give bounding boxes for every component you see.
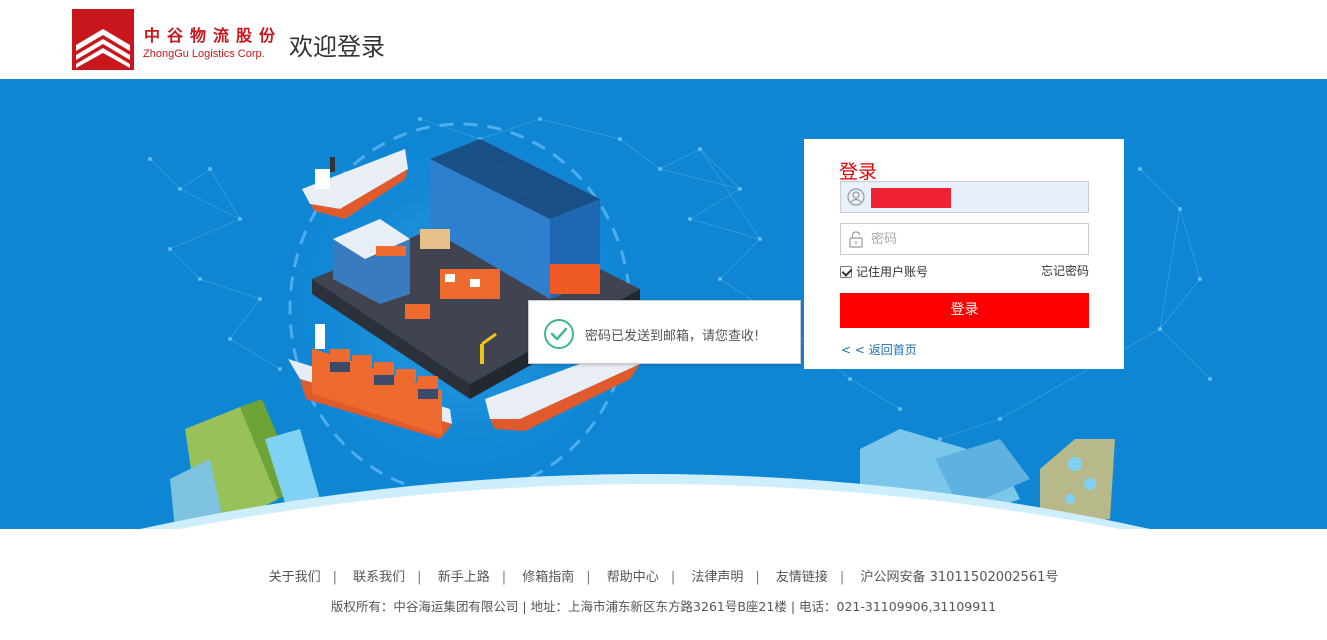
footer-link-contact[interactable]: 联系我们 [353,570,405,585]
footer-link-legal[interactable]: 法律声明 [691,570,743,585]
copyright: 版权所有：中谷海运集团有限公司 | 地址：上海市浦东新区东方路3261号B座21… [330,599,997,614]
login-title: 登录 [839,161,878,183]
footer-link-about[interactable]: 关于我们 [269,570,321,585]
remember-account[interactable]: 记住用户账号 [840,263,928,280]
remember-checkbox[interactable] [840,265,852,278]
login-panel: 登录 记住用户账号 忘记密码 登录 < < 返回首页 [804,139,1124,369]
username-field[interactable] [840,181,1089,213]
footer-link-repair-guide[interactable]: 修箱指南 [522,570,574,585]
footer-link-help[interactable]: 帮助中心 [607,570,659,585]
footer-link-friends[interactable]: 友情链接 [776,570,828,585]
footer-link-newbie[interactable]: 新手上路 [438,570,490,585]
hero-banner: 密码已发送到邮箱，请您查收! 登录 记住用户账号 忘记密码 登录 < < 返回首… [0,79,1327,529]
password-field[interactable] [840,223,1089,255]
logo-cn-text: 中谷物流股份 [144,26,283,45]
remember-label: 记住用户账号 [856,265,929,279]
icp-record: 沪公网安备 31011502002561号 [860,570,1059,585]
header: 中谷物流股份 ZhongGu Logistics Corp. 欢迎登录 [0,0,1327,79]
toast-message: 密码已发送到邮箱，请您查收! [585,329,760,344]
forgot-password-link[interactable]: 忘记密码 [1041,262,1089,279]
logo-icon [72,9,134,70]
check-circle-icon [544,319,574,349]
user-icon [847,188,865,206]
lock-icon [849,231,863,248]
login-button[interactable]: 登录 [840,293,1089,328]
footer-links: 关于我们 | 联系我们 | 新手上路 | 修箱指南 | 帮助中心 | 法律声明 | 友情链接… [268,570,1059,585]
logo-en-text: ZhongGu Logistics Corp. [143,48,265,60]
success-toast: 密码已发送到邮箱，请您查收! [528,300,801,364]
back-home-link[interactable]: < < 返回首页 [841,341,917,358]
password-input[interactable] [871,228,1081,250]
username-input[interactable] [871,186,1081,208]
page-title: 欢迎登录 [289,33,385,61]
